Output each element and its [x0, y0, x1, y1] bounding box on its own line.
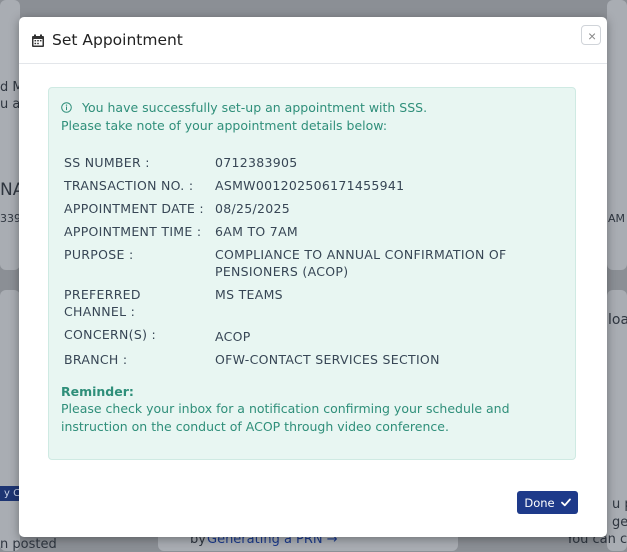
detail-label: PREFERRED CHANNEL :	[64, 287, 141, 319]
bg-card-left-bottom	[0, 290, 20, 551]
detail-row: CONCERN(S) : ACOP	[64, 326, 563, 345]
reminder-title: Reminder:	[61, 384, 134, 399]
alert-message: You have successfully set-up an appointm…	[61, 99, 563, 117]
alert-line-1: You have successfully set-up an appointm…	[81, 100, 428, 115]
calendar-icon	[31, 33, 45, 47]
done-button[interactable]: Done	[517, 491, 578, 514]
detail-row: PURPOSE : COMPLIANCE TO ANNUAL CONFIRMAT…	[64, 246, 563, 280]
detail-value: COMPLIANCE TO ANNUAL CONFIRMATION OF PEN…	[215, 247, 507, 279]
modal-header: Set Appointment ×	[19, 17, 607, 64]
reminder-text: Please check your inbox for a notificati…	[61, 401, 510, 434]
bg-fragment: 339	[0, 212, 21, 225]
detail-value: ACOP	[215, 329, 251, 344]
appointment-details: SS NUMBER : 0712383905 TRANSACTION NO. :…	[64, 154, 563, 368]
detail-row: APPOINTMENT DATE : 08/25/2025	[64, 200, 563, 217]
bg-fragment: ge	[612, 515, 627, 530]
info-icon	[61, 100, 72, 113]
detail-label: CONCERN(S) :	[64, 327, 157, 342]
detail-row: SS NUMBER : 0712383905	[64, 154, 563, 171]
detail-label: PURPOSE :	[64, 247, 134, 262]
detail-label: APPOINTMENT DATE :	[64, 201, 204, 216]
detail-label: SS NUMBER :	[64, 155, 150, 170]
detail-value: ASMW001202506171455941	[215, 178, 405, 193]
detail-value: OFW-CONTACT SERVICES SECTION	[215, 352, 440, 367]
bg-fragment: u pla	[612, 497, 627, 512]
detail-value: MS TEAMS	[215, 287, 283, 302]
close-icon: ×	[588, 28, 597, 44]
close-button[interactable]: ×	[581, 25, 601, 45]
detail-label: APPOINTMENT TIME :	[64, 224, 202, 239]
check-icon	[560, 496, 571, 510]
detail-row: TRANSACTION NO. : ASMW001202506171455941	[64, 177, 563, 194]
detail-row: BRANCH : OFW-CONTACT SERVICES SECTION	[64, 351, 563, 368]
detail-value: 08/25/2025	[215, 201, 291, 216]
detail-row: PREFERRED CHANNEL : MS TEAMS	[64, 286, 563, 320]
bg-fragment: n posted	[0, 537, 57, 552]
modal-title: Set Appointment	[52, 31, 183, 49]
detail-row: APPOINTMENT TIME : 6AM TO 7AM	[64, 223, 563, 240]
set-appointment-modal: Set Appointment × You have successfully …	[19, 17, 607, 537]
alert-line-2: Please take note of your appointment det…	[61, 118, 388, 133]
bg-card-right	[607, 0, 627, 270]
bg-card-left	[0, 0, 20, 270]
bg-fragment: AM	[608, 212, 626, 225]
done-label: Done	[524, 495, 555, 510]
detail-value: 0712383905	[215, 155, 298, 170]
detail-label: BRANCH :	[64, 352, 128, 367]
detail-label: TRANSACTION NO. :	[64, 178, 194, 193]
detail-value: 6AM TO 7AM	[215, 224, 298, 239]
bg-fragment: loa	[608, 312, 627, 328]
success-alert: You have successfully set-up an appointm…	[48, 87, 576, 460]
